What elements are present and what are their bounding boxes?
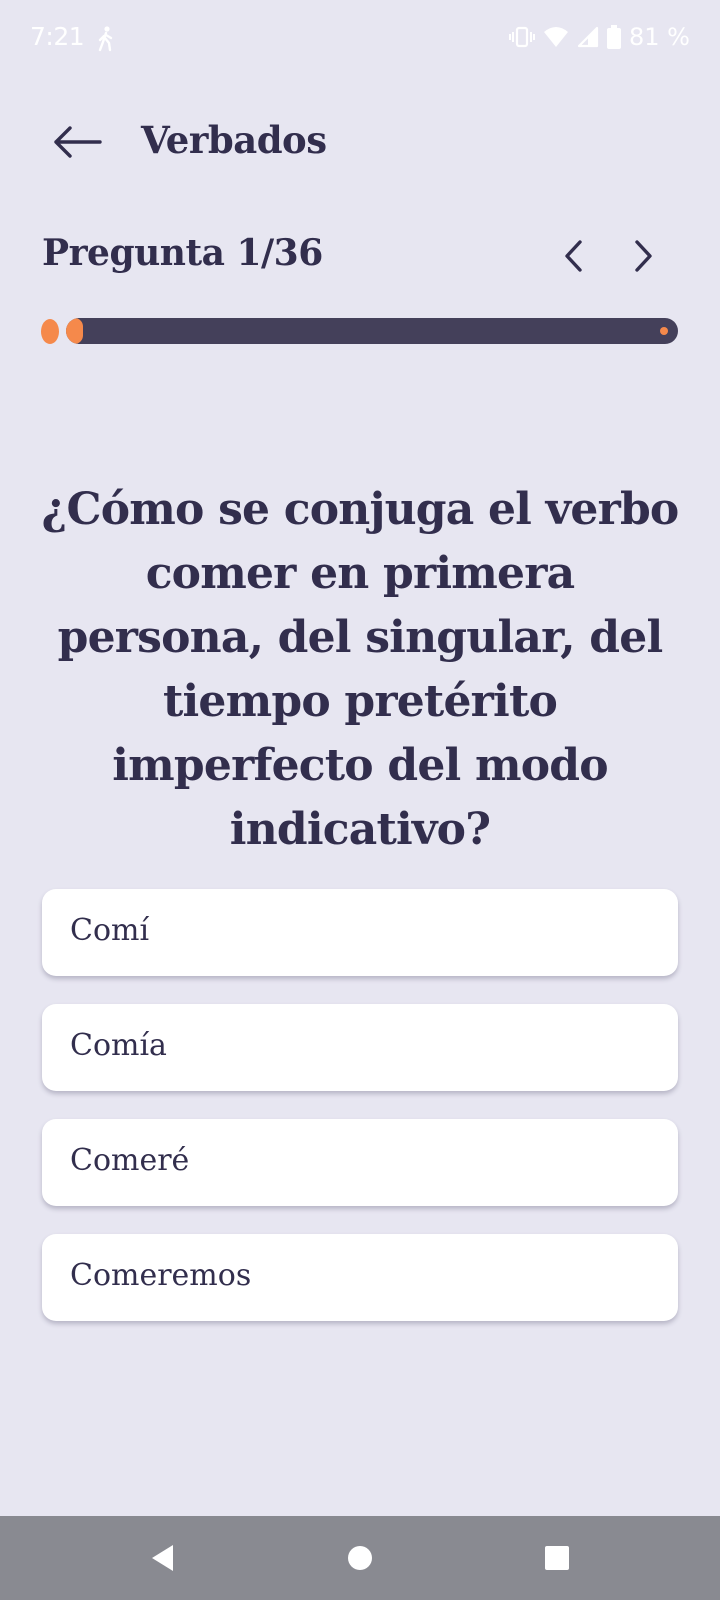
walking-icon	[98, 26, 113, 52]
page-title: Verbados	[141, 118, 327, 162]
status-bar: 7:21 81 %	[0, 0, 720, 80]
answer-options: Comí Comía Comeré Comeremos	[42, 889, 678, 1349]
answer-option-label: Comeré	[70, 1143, 190, 1178]
circle-home-icon[interactable]	[340, 1538, 380, 1578]
answer-option-4[interactable]: Comeremos	[42, 1234, 678, 1321]
cell-signal-icon	[577, 26, 599, 48]
status-icons: 81 %	[509, 22, 690, 52]
progress-bar-fill	[66, 318, 84, 344]
arrow-left-icon[interactable]	[50, 120, 104, 164]
square-recents-icon[interactable]	[537, 1538, 577, 1578]
answer-option-3[interactable]: Comeré	[42, 1119, 678, 1206]
vibrate-icon	[509, 26, 536, 48]
answer-option-label: Comí	[70, 913, 150, 948]
answer-option-2[interactable]: Comía	[42, 1004, 678, 1091]
answer-option-label: Comía	[70, 1028, 167, 1063]
status-time: 7:21	[30, 22, 85, 51]
progress-bar	[66, 318, 678, 344]
battery-icon	[607, 25, 622, 49]
system-navigation-bar	[0, 1516, 720, 1600]
battery-percent: 81 %	[629, 23, 690, 51]
wifi-icon	[544, 27, 569, 47]
triangle-back-icon[interactable]	[145, 1538, 185, 1578]
question-text: ¿Cómo se conjuga el verbo comer en prime…	[41, 484, 680, 855]
answer-option-label: Comeremos	[70, 1258, 252, 1293]
question-counter: Pregunta 1/36	[42, 232, 323, 274]
chevron-left-icon[interactable]	[555, 236, 595, 276]
progress-end-marker	[660, 327, 668, 335]
chevron-right-icon[interactable]	[622, 236, 662, 276]
progress-indicator-dot	[41, 319, 59, 344]
answer-option-1[interactable]: Comí	[42, 889, 678, 976]
